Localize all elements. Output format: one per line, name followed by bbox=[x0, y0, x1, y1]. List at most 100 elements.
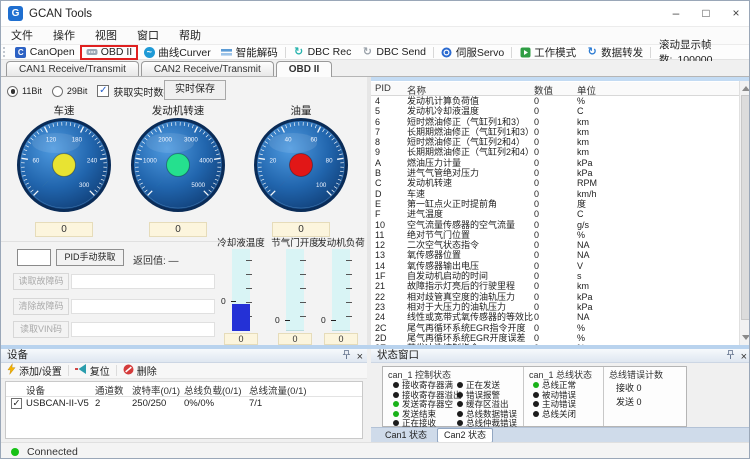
dtc-button-1[interactable]: 清除故障码 bbox=[13, 298, 69, 315]
status-bar: Connected bbox=[1, 442, 750, 459]
table-row[interactable]: C发动机转速0RPM bbox=[371, 178, 739, 188]
menu-item-help[interactable]: 帮助 bbox=[169, 27, 211, 45]
table-row[interactable]: 21故障指示灯亮后的行驶里程0km bbox=[371, 281, 739, 291]
column-header[interactable]: 总线流量(0/1) bbox=[249, 383, 307, 397]
close-button[interactable]: × bbox=[721, 1, 750, 27]
cell: 9 bbox=[375, 147, 380, 157]
cell: 7 bbox=[375, 127, 380, 137]
table-row[interactable]: E第一缸点火正时提前角0度 bbox=[371, 199, 739, 209]
radio-11bit[interactable] bbox=[7, 86, 18, 97]
cell: 车速 bbox=[407, 189, 425, 199]
device-checkbox[interactable]: ✓ bbox=[11, 398, 22, 409]
menu-item-operation[interactable]: 操作 bbox=[43, 27, 85, 45]
cell: 尾气再循环系统EGR指令开度 bbox=[407, 323, 526, 333]
device-toolbar-add-setup[interactable]: 添加/设置 bbox=[1, 363, 68, 379]
dtc-button-0[interactable]: 读取故障码 bbox=[13, 273, 69, 290]
obd-connector-icon bbox=[86, 46, 98, 58]
column-header[interactable]: 名称 bbox=[407, 83, 426, 97]
tab-can1[interactable]: CAN1 Receive/Transmit bbox=[6, 61, 139, 76]
table-scrollbar[interactable] bbox=[739, 81, 750, 345]
close-icon[interactable]: × bbox=[741, 351, 747, 363]
radio-29bit[interactable] bbox=[52, 86, 63, 97]
column-header[interactable]: 总线负载(0/1) bbox=[184, 383, 242, 397]
toolbar-button-dbc-send[interactable]: ↻DBC Send bbox=[356, 45, 431, 60]
dtc-field-1[interactable] bbox=[71, 299, 215, 314]
table-row[interactable]: 22相对歧管真空度的油轨压力0kPa bbox=[371, 292, 739, 302]
toolbar-button-obd2[interactable]: OBD II bbox=[80, 45, 139, 60]
table-row[interactable]: 13氧传感器位置0NA bbox=[371, 250, 739, 260]
led-off-icon bbox=[457, 392, 463, 398]
dtc-field-2[interactable] bbox=[71, 322, 215, 337]
maximize-button[interactable]: □ bbox=[691, 1, 721, 27]
pin-icon[interactable] bbox=[726, 350, 735, 364]
table-row[interactable]: 2C尾气再循环系统EGR指令开度0% bbox=[371, 323, 739, 333]
column-header[interactable]: 单位 bbox=[577, 83, 596, 97]
scroll-down-icon[interactable] bbox=[742, 335, 750, 340]
column-header[interactable]: 波特率(0/1) bbox=[132, 383, 180, 397]
table-row[interactable]: 6短时燃油修正（气缸列1和3）0km bbox=[371, 117, 739, 127]
pin-icon[interactable] bbox=[342, 350, 351, 364]
gcan-tools-window: G GCAN Tools – □ × 文件操作视图窗口帮助 CCanOpenOB… bbox=[0, 0, 750, 459]
toolbar-button-decode[interactable]: 智能解码 bbox=[216, 45, 283, 60]
device-toolbar-delete[interactable]: 删除 bbox=[117, 363, 163, 379]
table-row[interactable]: D车速0km/h bbox=[371, 189, 739, 199]
column-header[interactable]: 设备 bbox=[26, 383, 45, 397]
table-row[interactable]: 2D尾气再循环系统EGR开度误差0% bbox=[371, 333, 739, 343]
table-row[interactable]: B进气气管绝对压力0kPa bbox=[371, 168, 739, 178]
cell: 相对于大压力的油轨压力 bbox=[407, 302, 506, 312]
dtc-field-0[interactable] bbox=[71, 274, 215, 289]
dtc-button-2[interactable]: 读取VIN码 bbox=[13, 321, 69, 338]
pid-manual-get-button[interactable]: PID手动获取 bbox=[56, 249, 124, 266]
status-panel-header: 状态窗口 × bbox=[371, 349, 750, 363]
table-row[interactable]: 9长期期燃油修正（气缸列2和4）0km bbox=[371, 147, 739, 157]
status-led-label: 总线关闭 bbox=[542, 408, 576, 420]
device-row[interactable]: ✓USBCAN-II-V52250/2500%/0%7/1 bbox=[6, 397, 362, 411]
menu-item-window[interactable]: 窗口 bbox=[127, 27, 169, 45]
table-row[interactable]: 5发动机冷却液温度0C bbox=[371, 106, 739, 116]
table-row[interactable]: 12二次空气状态指令0NA bbox=[371, 240, 739, 250]
table-row[interactable]: 23相对于大压力的油轨压力0kPa bbox=[371, 302, 739, 312]
realtime-checkbox[interactable]: ✓ bbox=[97, 85, 109, 97]
table-row[interactable]: A燃油压力计量0kPa bbox=[371, 158, 739, 168]
table-row[interactable]: 24线性或宽带式氧传感器的等效比0NA bbox=[371, 312, 739, 322]
toolbar-button-workmode[interactable]: 工作模式 bbox=[514, 45, 581, 60]
scroll-up-icon[interactable] bbox=[742, 86, 750, 91]
table-row[interactable]: 11绝对节气门位置0% bbox=[371, 230, 739, 240]
toolbar-button-dbc-rec[interactable]: ↻DBC Rec bbox=[288, 45, 357, 60]
table-row[interactable]: 8短时燃油修正（气缸列2和4）0km bbox=[371, 137, 739, 147]
cell: % bbox=[577, 323, 585, 333]
cell: % bbox=[577, 333, 585, 343]
tab-can2-status[interactable]: Can2 状态 bbox=[437, 428, 493, 443]
close-icon[interactable]: × bbox=[357, 351, 363, 363]
table-row[interactable]: F进气温度0C bbox=[371, 209, 739, 219]
toolbar-button-forward[interactable]: ↻数据转发 bbox=[581, 45, 648, 60]
device-table: 设备 通道数波特率(0/1) 总线负载(0/1) 总线流量(0/1) ✓USBCAN-… bbox=[5, 381, 363, 439]
cell: 0 bbox=[534, 137, 539, 147]
toolbar-button-servo[interactable]: 伺服Servo bbox=[436, 45, 509, 60]
connection-status-icon bbox=[11, 448, 19, 456]
table-row[interactable]: 14氧传感器输出电压0V bbox=[371, 261, 739, 271]
tab-can2[interactable]: CAN2 Receive/Transmit bbox=[141, 61, 274, 76]
device-toolbar-reset[interactable]: 复位 bbox=[69, 363, 116, 379]
toolbar-button-curver[interactable]: ~曲线Curver bbox=[138, 45, 216, 60]
menu-item-file[interactable]: 文件 bbox=[1, 27, 43, 45]
tab-obd2[interactable]: OBD II bbox=[276, 61, 333, 77]
sync-teal-icon: ↻ bbox=[293, 46, 305, 58]
table-row[interactable]: 1F自发动机启动的时间0s bbox=[371, 271, 739, 281]
toolbar-button-canopen[interactable]: CCanOpen bbox=[10, 45, 80, 60]
minimize-button[interactable]: – bbox=[661, 1, 691, 27]
bar-zero-tick bbox=[285, 320, 290, 321]
table-row[interactable]: 4发动机计算负荷值0% bbox=[371, 96, 739, 106]
column-header[interactable]: PID bbox=[375, 83, 391, 94]
gauge-3: 油量204060801000 bbox=[253, 103, 349, 237]
table-row[interactable]: 7长期期燃油修正（气缸列1和3）0km bbox=[371, 127, 739, 137]
table-row[interactable]: 10空气流量传感器的空气流量0g/s bbox=[371, 220, 739, 230]
menu-item-view[interactable]: 视图 bbox=[85, 27, 127, 45]
realtime-save-button[interactable]: 实时保存 bbox=[164, 80, 226, 100]
scrollbar-thumb[interactable] bbox=[741, 95, 750, 320]
cell: 8 bbox=[375, 137, 380, 147]
tab-can1-status[interactable]: Can1 状态 bbox=[379, 429, 433, 442]
pid-manual-input[interactable] bbox=[17, 249, 51, 266]
column-header[interactable]: 数值 bbox=[534, 83, 553, 97]
column-header[interactable]: 通道数 bbox=[95, 383, 124, 397]
